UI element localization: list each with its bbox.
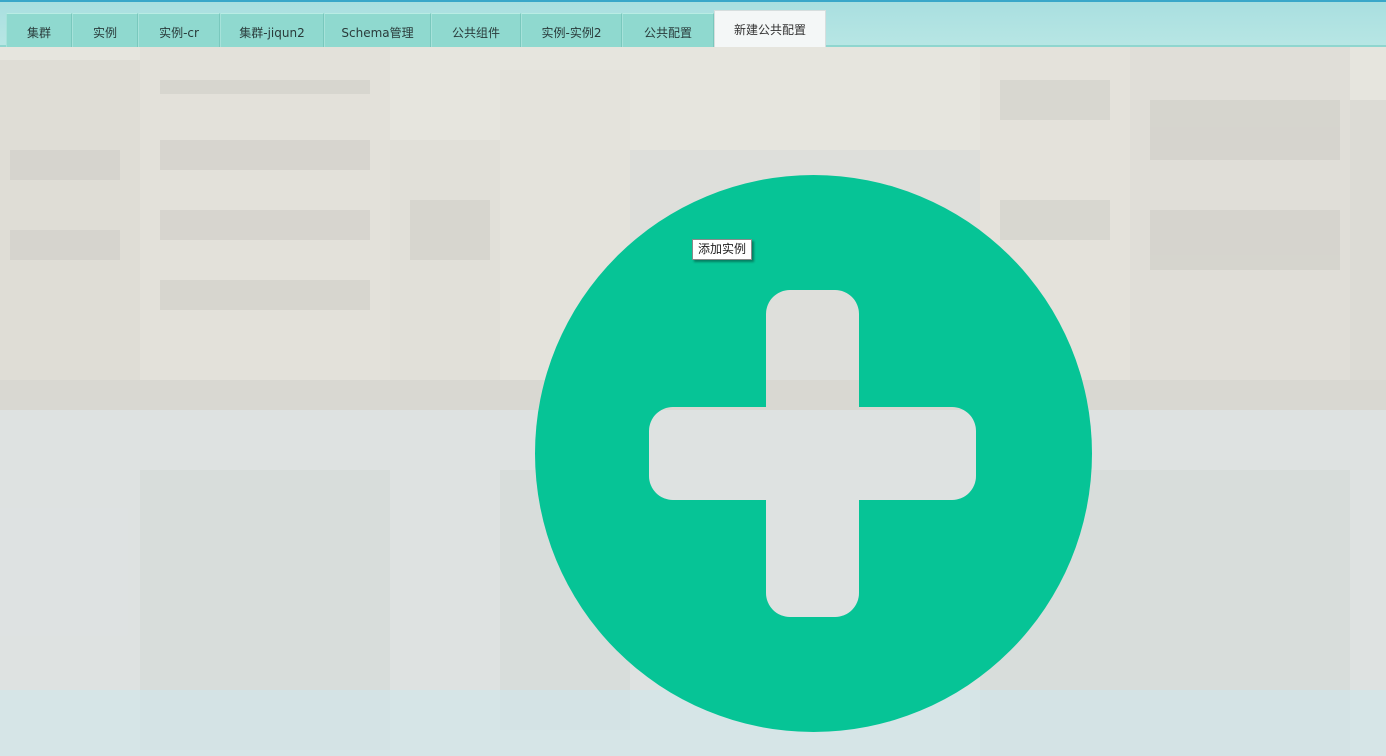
tab-cluster[interactable]: 集群 — [6, 13, 72, 47]
tab-bar: 集群 实例 实例-cr 集群-jiqun2 Schema管理 公共组件 实例-实… — [0, 0, 1386, 47]
add-instance-button[interactable] — [535, 175, 1092, 732]
tab-schema-management[interactable]: Schema管理 — [324, 13, 431, 47]
tab-cluster-jiqun2[interactable]: 集群-jiqun2 — [220, 13, 324, 47]
app-window: 集群 实例 实例-cr 集群-jiqun2 Schema管理 公共组件 实例-实… — [0, 0, 1386, 756]
tooltip: 添加实例 — [692, 239, 753, 260]
tab-instance-instance2[interactable]: 实例-实例2 — [521, 13, 622, 47]
tab-instance[interactable]: 实例 — [72, 13, 138, 47]
tab-new-public-config[interactable]: 新建公共配置 — [714, 10, 826, 47]
tab-public-components[interactable]: 公共组件 — [431, 13, 521, 47]
plus-icon — [535, 175, 1092, 732]
tab-instance-cr[interactable]: 实例-cr — [138, 13, 220, 47]
tab-public-config[interactable]: 公共配置 — [622, 13, 714, 47]
